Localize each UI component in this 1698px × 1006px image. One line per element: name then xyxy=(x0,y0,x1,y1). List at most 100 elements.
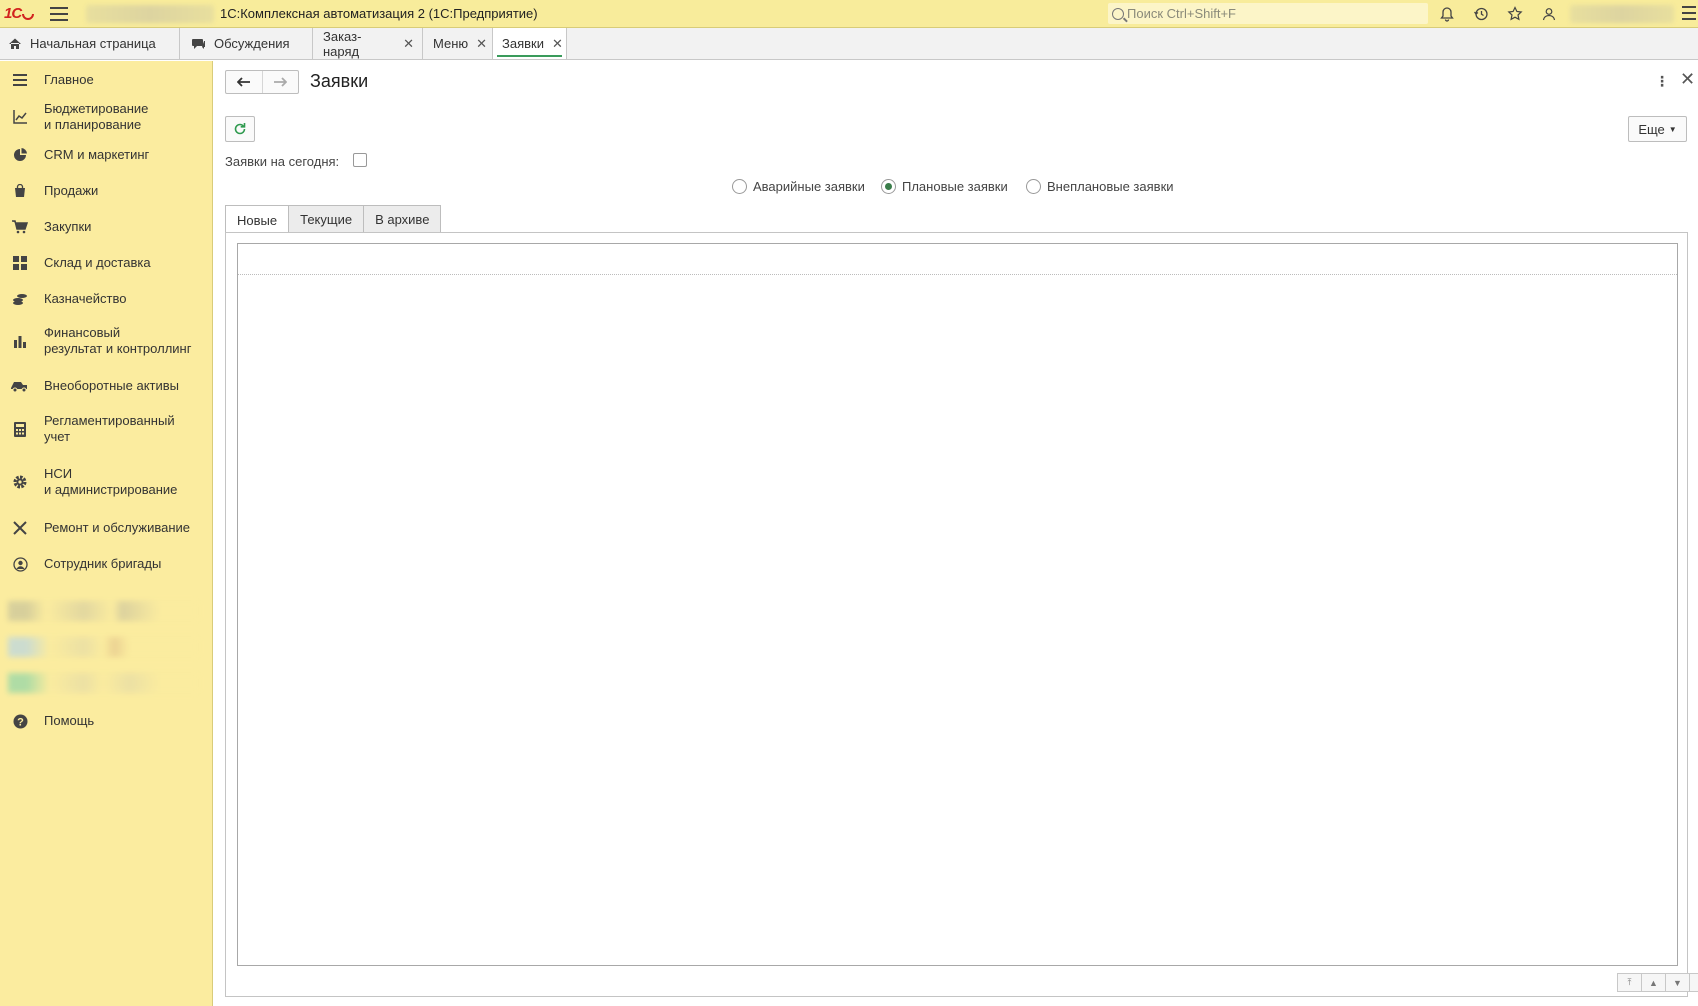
more-button[interactable]: Еще ▼ xyxy=(1628,116,1687,142)
coins-icon xyxy=(11,290,29,308)
tab-label: Меню xyxy=(433,36,469,51)
blurred-user-name[interactable] xyxy=(1570,5,1674,23)
tab-panel: ⤒ ▲ ▼ ⤓ xyxy=(225,232,1698,997)
sidebar-item-label: CRM и маркетинг xyxy=(44,147,150,162)
sidebar-item-warehouse[interactable]: Склад и доставка xyxy=(0,252,213,274)
blurred-sidebar-item xyxy=(8,673,198,693)
sections-panel: Главное Бюджетирование и планирование CR… xyxy=(0,61,213,1006)
sidebar-item-sales[interactable]: Продажи xyxy=(0,180,213,202)
tab-label: Обсуждения xyxy=(214,36,290,51)
sidebar-item-label: Финансовый результат и контроллинг xyxy=(44,325,192,356)
sidebar-item-budgeting[interactable]: Бюджетирование и планирование xyxy=(0,99,213,135)
tab-label: Заявки xyxy=(502,36,544,51)
radio-label: Внеплановые заявки xyxy=(1047,179,1174,194)
today-requests-label: Заявки на сегодня: xyxy=(225,154,340,169)
sidebar-item-treasury[interactable]: Казначейство xyxy=(0,288,213,310)
tab-requests[interactable]: Заявки ✕ xyxy=(493,28,567,59)
scroll-first-icon[interactable]: ⤒ xyxy=(1617,973,1642,992)
tab-home[interactable]: Начальная страница xyxy=(0,28,180,59)
close-tab-icon[interactable]: ✕ xyxy=(403,36,414,52)
main-menu-icon[interactable] xyxy=(50,6,68,21)
sidebar-item-brigade-employee[interactable]: Сотрудник бригады xyxy=(0,553,213,575)
sidebar-item-label: Продажи xyxy=(44,183,99,198)
tools-icon xyxy=(11,519,29,537)
forward-button[interactable] xyxy=(261,71,299,93)
blurred-infobase-name xyxy=(86,4,214,23)
truck-icon xyxy=(11,377,29,395)
nav-buttons xyxy=(225,70,299,94)
users-icon[interactable] xyxy=(1539,4,1559,24)
sidebar-item-help[interactable]: ? Помощь xyxy=(0,710,213,732)
sidebar-item-regulated-accounting[interactable]: Регламентированный учет xyxy=(0,411,213,447)
open-windows-tabs: Начальная страница Обсуждения Заказ-наря… xyxy=(0,28,1698,60)
bar-chart-icon xyxy=(11,332,29,350)
search-placeholder: Поиск Ctrl+Shift+F xyxy=(1127,6,1236,21)
user-circle-icon xyxy=(11,555,29,573)
tab-new[interactable]: Новые xyxy=(225,205,290,234)
arrow-left-icon xyxy=(236,77,250,87)
calculator-icon xyxy=(11,420,29,438)
sidebar-item-label: Сотрудник бригады xyxy=(44,556,162,571)
tab-discussions[interactable]: Обсуждения xyxy=(180,28,313,59)
sidebar-item-purchases[interactable]: Закупки xyxy=(0,216,213,238)
scroll-up-icon[interactable]: ▲ xyxy=(1641,973,1666,992)
sidebar-item-label: Казначейство xyxy=(44,291,127,306)
radio-button[interactable] xyxy=(881,179,896,194)
close-tab-icon[interactable]: ✕ xyxy=(476,36,487,52)
star-icon[interactable] xyxy=(1505,4,1525,24)
help-icon: ? xyxy=(11,712,29,730)
radio-planned[interactable]: Плановые заявки xyxy=(881,179,1008,194)
sidebar-item-crm[interactable]: CRM и маркетинг xyxy=(0,144,213,166)
sidebar-item-financial-result[interactable]: Финансовый результат и контроллинг xyxy=(0,323,213,359)
sidebar-item-label: НСИ и администрирование xyxy=(44,466,178,497)
scroll-last-icon[interactable]: ⤓ xyxy=(1689,973,1698,992)
tab-archive[interactable]: В архиве xyxy=(363,205,442,233)
1c-logo[interactable]: 1С xyxy=(4,4,36,24)
settings-menu-icon[interactable] xyxy=(1682,6,1696,20)
pie-chart-icon xyxy=(11,146,29,164)
sidebar-item-fixed-assets[interactable]: Внеоборотные активы xyxy=(0,375,213,397)
budget-chart-icon xyxy=(11,108,29,126)
more-button-label: Еще xyxy=(1638,121,1665,137)
warehouse-grid-icon xyxy=(11,254,29,272)
radio-unplanned[interactable]: Внеплановые заявки xyxy=(1026,179,1174,194)
radio-label: Плановые заявки xyxy=(902,179,1008,194)
page-title: Заявки xyxy=(310,71,369,91)
cart-icon xyxy=(11,218,29,236)
refresh-button[interactable] xyxy=(225,116,255,142)
sidebar-item-main[interactable]: Главное xyxy=(0,69,213,91)
history-icon[interactable] xyxy=(1471,4,1491,24)
refresh-icon xyxy=(234,123,246,135)
sidebar-item-label: Склад и доставка xyxy=(44,255,151,270)
tab-work-order[interactable]: Заказ-наряд ✕ xyxy=(313,28,423,59)
back-button[interactable] xyxy=(226,71,262,93)
sidebar-item-label: Помощь xyxy=(44,713,95,728)
requests-tabs: Новые Текущие В архиве xyxy=(225,205,442,234)
home-icon xyxy=(8,37,22,51)
radio-button[interactable] xyxy=(732,179,747,194)
tab-current[interactable]: Текущие xyxy=(288,205,365,233)
more-actions-icon[interactable]: ⋮ xyxy=(1655,73,1669,90)
radio-emergency[interactable]: Аварийные заявки xyxy=(732,179,865,194)
global-search-input[interactable]: Поиск Ctrl+Shift+F xyxy=(1108,3,1428,24)
today-requests-checkbox[interactable] xyxy=(353,153,367,167)
scroll-down-icon[interactable]: ▼ xyxy=(1665,973,1690,992)
sidebar-item-admin[interactable]: НСИ и администрирование xyxy=(0,464,213,500)
form-area: Заявки ⋮ ✕ Еще ▼ Заявки на сегодня: Авари… xyxy=(214,61,1698,1006)
svg-text:?: ? xyxy=(17,716,24,728)
bell-icon[interactable] xyxy=(1437,4,1457,24)
requests-table[interactable] xyxy=(237,243,1678,966)
chat-icon xyxy=(190,37,206,51)
radio-button[interactable] xyxy=(1026,179,1041,194)
sidebar-item-repair[interactable]: Ремонт и обслуживание xyxy=(0,517,213,539)
table-header xyxy=(238,244,1677,275)
tab-menu[interactable]: Меню ✕ xyxy=(423,28,493,59)
sidebar-item-label: Главное xyxy=(44,72,94,87)
menu-lines-icon xyxy=(11,71,29,89)
dropdown-arrow-icon: ▼ xyxy=(1668,124,1677,134)
tab-label: Начальная страница xyxy=(30,36,156,51)
close-tab-icon[interactable]: ✕ xyxy=(552,36,563,52)
sidebar-item-label: Внеоборотные активы xyxy=(44,378,180,393)
close-form-icon[interactable]: ✕ xyxy=(1680,69,1695,90)
table-navigation: ⤒ ▲ ▼ ⤓ xyxy=(1617,973,1698,992)
